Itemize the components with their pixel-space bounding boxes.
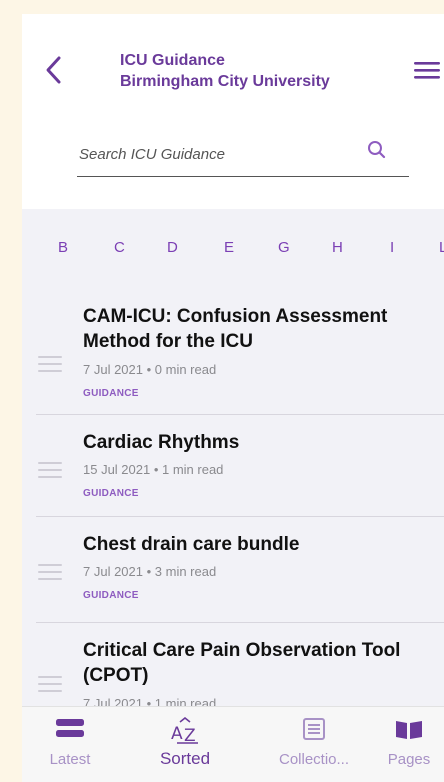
drag-handle-icon[interactable] [38,462,62,478]
svg-text:Z: Z [184,726,196,745]
collection-icon [303,718,325,740]
page-title: ICU Guidance [120,52,225,69]
article-tag: GUIDANCE [83,488,139,499]
article-meta: 7 Jul 2021 • 3 min read [83,564,217,579]
article-title: Chest drain care bundle [83,534,300,555]
app-screen: ICU Guidance Birmingham City University … [22,14,444,782]
article-title: Critical Care Pain Observation Tool (CPO… [83,640,401,686]
alphabet-letter[interactable]: G [278,239,290,256]
tab-label: Pages [387,751,431,768]
alphabet-letter[interactable]: I [390,239,394,256]
list-item[interactable]: Cardiac Rhythms 15 Jul 2021 • 1 min read… [36,414,444,517]
svg-text:A: A [171,724,183,744]
page-subtitle: Birmingham City University [120,73,330,90]
alphabet-letter[interactable]: L [439,239,444,256]
list-item[interactable]: CAM-ICU: Confusion Assessment Method for… [36,304,444,415]
search-bar [77,132,409,177]
tab-pages[interactable]: Pages [374,707,444,782]
article-meta: 7 Jul 2021 • 0 min read [83,362,217,377]
header-titles: ICU Guidance Birmingham City University [120,50,330,92]
alphabet-index: B C D E G H I L [22,239,444,269]
list-item[interactable]: Chest drain care bundle 7 Jul 2021 • 3 m… [36,516,444,623]
tab-label: Latest [49,751,91,768]
drag-handle-icon[interactable] [38,676,62,692]
alphabet-letter[interactable]: C [114,239,125,256]
article-title: Cardiac Rhythms [83,432,240,453]
alphabet-letter[interactable]: E [224,239,234,256]
article-tag: GUIDANCE [83,388,139,399]
alphabet-letter[interactable]: B [58,239,68,256]
sort-az-icon: A Z [171,717,198,745]
header: ICU Guidance Birmingham City University [22,14,444,209]
alphabet-letter[interactable]: H [332,239,343,256]
article-meta: 15 Jul 2021 • 1 min read [83,462,224,477]
article-tag: GUIDANCE [83,590,139,601]
menu-button[interactable] [414,56,444,84]
chevron-left-icon [46,56,61,84]
alphabet-letter[interactable]: D [167,239,178,256]
hamburger-menu-icon [414,62,440,79]
back-button[interactable] [40,52,68,88]
tab-latest[interactable]: Latest [22,707,118,782]
tab-bar: Latest A Z Sorted Collectio... Pages [22,706,444,782]
tab-label: Collectio... [278,751,350,768]
search-input[interactable] [77,140,361,168]
tab-label: Sorted [159,749,211,768]
pages-icon [396,721,422,739]
search-icon[interactable] [365,138,389,162]
tab-sorted[interactable]: A Z Sorted [136,707,234,782]
drag-handle-icon[interactable] [38,564,62,580]
latest-icon [56,719,84,737]
drag-handle-icon[interactable] [38,356,62,372]
article-title: CAM-ICU: Confusion Assessment Method for… [83,306,388,352]
tab-collections[interactable]: Collectio... [264,707,364,782]
